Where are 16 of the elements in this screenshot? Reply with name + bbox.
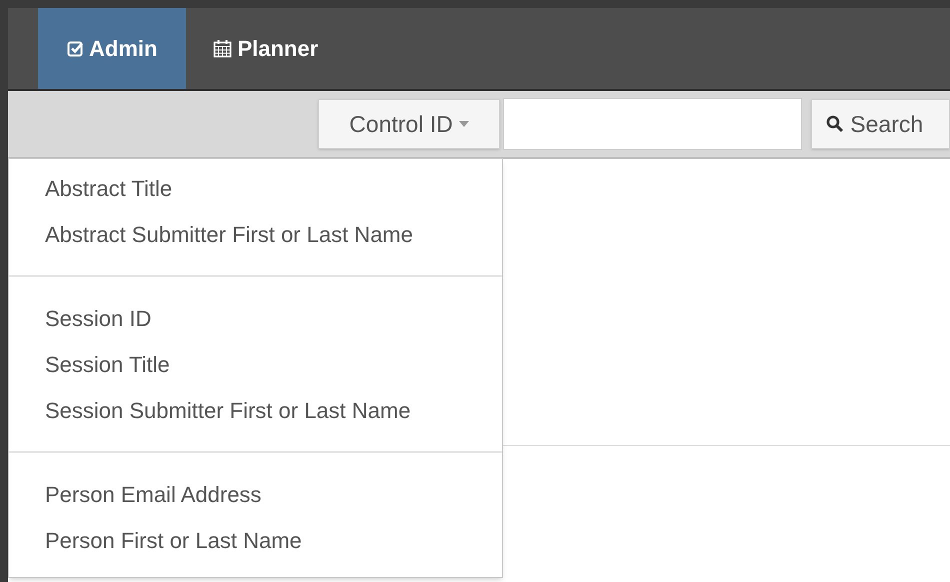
menu-item[interactable]: Person Email Address bbox=[9, 471, 502, 517]
menu-item[interactable]: Session ID bbox=[9, 295, 502, 341]
checkbox-icon bbox=[67, 40, 84, 57]
search-icon bbox=[826, 115, 844, 133]
menu-item[interactable]: Abstract Title bbox=[9, 165, 502, 211]
search-button[interactable]: Search bbox=[811, 99, 950, 149]
menu-item[interactable]: Session Title bbox=[9, 341, 502, 387]
search-field[interactable] bbox=[503, 98, 802, 150]
menu-item[interactable]: Session Submitter First or Last Name bbox=[9, 387, 502, 433]
nav-tab[interactable]: Admin bbox=[38, 8, 186, 89]
menu-item[interactable]: Person First or Last Name bbox=[9, 517, 502, 563]
search-field-dropdown[interactable]: Control ID bbox=[318, 99, 500, 149]
caret-icon bbox=[458, 121, 469, 127]
calendar-icon bbox=[213, 39, 232, 58]
nav-tab[interactable]: Planner bbox=[186, 8, 346, 89]
menu-item[interactable]: Abstract Submitter First or Last Name bbox=[9, 211, 502, 257]
